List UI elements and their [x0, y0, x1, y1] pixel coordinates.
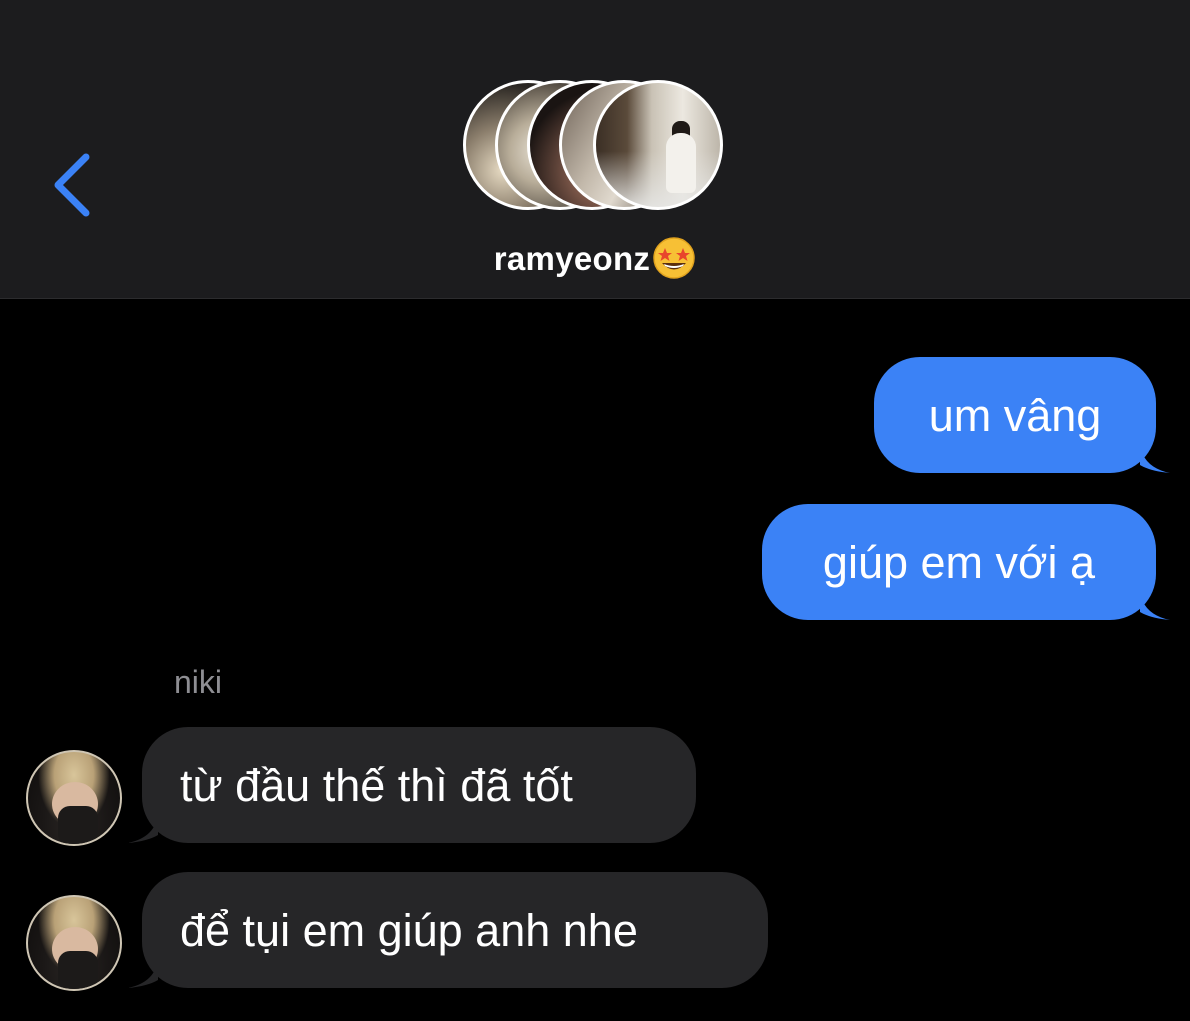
bubble-tail	[1140, 443, 1170, 473]
message-text: từ đầu thế thì đã tốt	[180, 759, 573, 811]
outgoing-message-bubble[interactable]: giúp em với ạ	[762, 504, 1170, 620]
back-button[interactable]	[40, 145, 110, 225]
chat-screen: ramyeonz um vâng giúp em với ạ niki từ đ…	[0, 0, 1190, 1021]
bubble-tail	[128, 958, 158, 988]
star-struck-emoji-icon	[653, 237, 695, 279]
outgoing-message-bubble[interactable]: um vâng	[874, 357, 1170, 473]
incoming-message-bubble[interactable]: từ đầu thế thì đã tốt	[128, 727, 696, 843]
group-avatar	[593, 80, 723, 210]
chat-header: ramyeonz	[0, 0, 1190, 299]
contact-name-label: ramyeonz	[493, 240, 651, 277]
sender-name: niki	[174, 664, 223, 700]
message-text: để tụi em giúp anh nhe	[180, 904, 638, 956]
incoming-message-bubble[interactable]: để tụi em giúp anh nhe	[128, 872, 768, 988]
message-text: um vâng	[928, 389, 1102, 441]
bubble-tail	[1140, 590, 1170, 620]
sender-avatar[interactable]	[26, 750, 122, 846]
message-text: giúp em với ạ	[822, 536, 1096, 588]
chevron-left-icon	[54, 153, 90, 217]
contact-name[interactable]: ramyeonz	[0, 236, 1190, 280]
sender-avatar[interactable]	[26, 895, 122, 991]
group-avatar-stack[interactable]	[463, 80, 727, 216]
bubble-tail	[128, 813, 158, 843]
